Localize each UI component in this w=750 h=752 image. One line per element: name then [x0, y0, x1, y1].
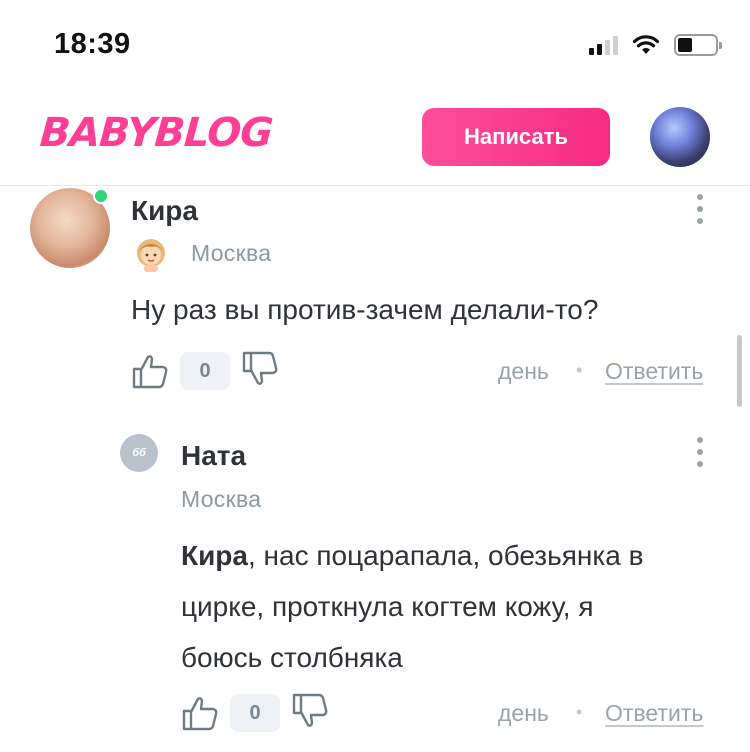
comment-city: Москва [191, 240, 272, 266]
status-bar: 18:39 [0, 0, 750, 90]
more-options-button[interactable] [695, 437, 705, 467]
status-time: 18:39 [54, 28, 131, 60]
write-post-button[interactable]: Написать [422, 108, 610, 166]
comment-text: Кира, нас поцарапала, обезьянка в цирке,… [181, 530, 643, 683]
likes-count: 0 [180, 352, 230, 390]
wifi-icon [632, 35, 660, 54]
mention-link[interactable]: Кира [181, 540, 248, 571]
comment-text-line-3: боюсь столбняка [181, 642, 403, 673]
thumbs-down-icon[interactable] [241, 350, 279, 388]
signal-icon [589, 35, 618, 55]
reply-link[interactable]: Ответить [605, 700, 703, 727]
battery-icon [674, 34, 722, 56]
online-status-indicator [93, 188, 109, 204]
status-icons [589, 34, 722, 56]
reply-link[interactable]: Ответить [605, 358, 703, 385]
comment-author[interactable]: Ната [181, 440, 246, 472]
comment-author[interactable]: Кира [131, 195, 198, 227]
comment-text-line-2: цирке, проткнула когтем кожу, я [181, 591, 594, 622]
comment-city: Москва [181, 486, 262, 512]
scrollbar[interactable] [737, 335, 742, 407]
separator-dot: • [576, 360, 583, 380]
likes-count: 0 [230, 694, 280, 732]
rank-badge-icon [137, 239, 165, 272]
comment-time: день [498, 700, 549, 726]
comment-text-line-1: Кира, нас поцарапала, обезьянка в [181, 530, 643, 581]
comment-time: день [498, 358, 549, 384]
comment-text-line-1-rest: , нас поцарапала, обезьянка в [247, 540, 644, 571]
babyblog-logo[interactable]: BABYBLOG [38, 110, 273, 156]
app-header: BABYBLOG Написать [0, 90, 750, 186]
thumbs-up-icon[interactable] [131, 352, 169, 390]
thumbs-down-icon[interactable] [291, 692, 329, 730]
more-options-button[interactable] [695, 194, 705, 224]
author-avatar[interactable]: бб [120, 434, 158, 472]
thumbs-up-icon[interactable] [181, 694, 219, 732]
comment-text: Ну раз вы против-зачем делали-то? [131, 294, 599, 325]
user-avatar[interactable] [650, 107, 710, 167]
separator-dot: • [576, 702, 583, 722]
